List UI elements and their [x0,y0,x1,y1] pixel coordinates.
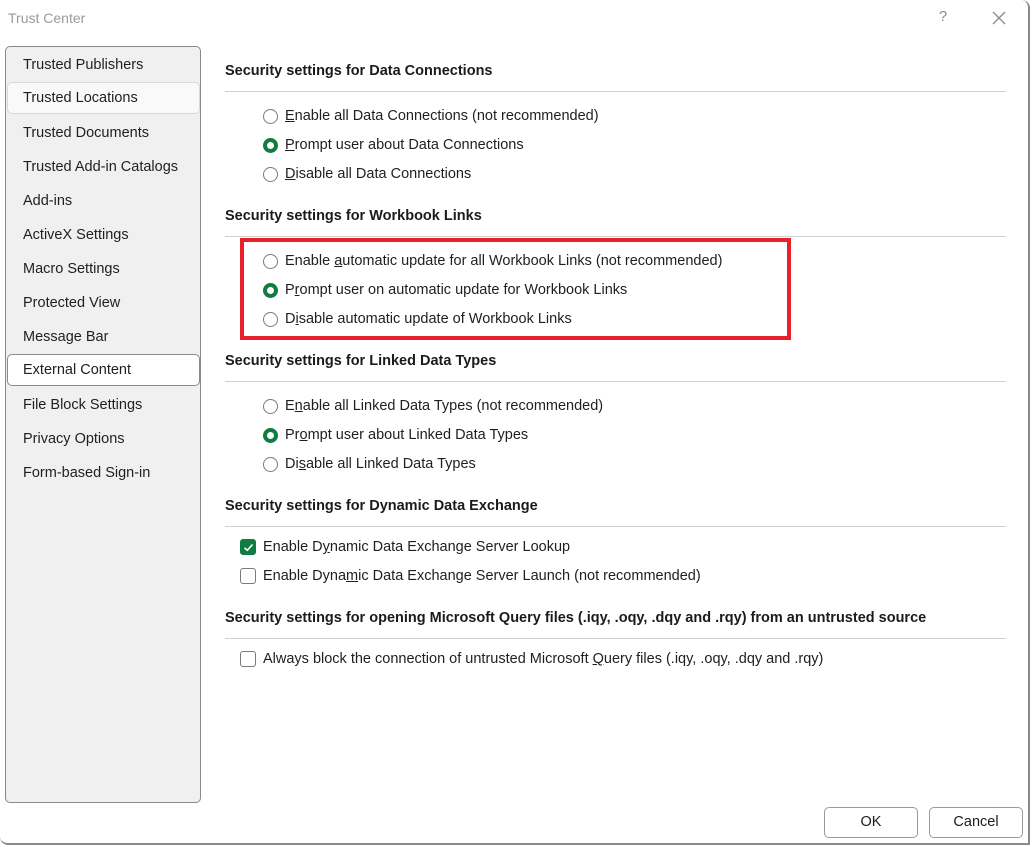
option-label: Prompt user about Linked Data Types [285,427,529,443]
radio-button[interactable] [263,253,278,269]
sidebar-item-macro-settings[interactable]: Macro Settings [7,253,200,285]
radio-button[interactable] [263,166,278,182]
option-label: Enable Dynamic Data Exchange Server Look… [263,539,571,555]
radio-button-selected[interactable] [263,427,278,443]
radio-button-selected[interactable] [263,137,278,153]
radio-disable-all-data-connections[interactable]: Disable all Data Connections [263,166,471,182]
option-label: Enable all Linked Data Types (not recomm… [285,398,604,414]
checkbox-checked[interactable] [240,539,256,555]
sidebar-item-form-based-sign-in[interactable]: Form-based Sign-in [7,457,200,489]
sidebar-item-trusted-locations[interactable]: Trusted Locations [7,82,200,114]
radio-button-selected[interactable] [263,282,278,298]
sidebar-item-trusted-documents[interactable]: Trusted Documents [7,117,200,149]
option-label: Disable all Data Connections [285,166,472,182]
sidebar-item-trusted-addin-catalogs[interactable]: Trusted Add-in Catalogs [7,151,200,183]
close-button[interactable] [988,7,1010,29]
sidebar-item-protected-view[interactable]: Protected View [7,287,200,319]
sidebar-item-trusted-publishers[interactable]: Trusted Publishers [7,49,200,81]
option-label: Disable all Linked Data Types [285,456,476,472]
radio-button[interactable] [263,108,278,124]
section-divider [225,526,1006,527]
dialog-title: Trust Center [8,10,86,26]
radio-prompt-linked-data-types[interactable]: Prompt user about Linked Data Types [263,427,528,443]
checkbox-dde-server-launch[interactable]: Enable Dynamic Data Exchange Server Laun… [240,568,701,584]
checkbox-block-untrusted-query-files[interactable]: Always block the connection of untrusted… [240,651,823,667]
help-button[interactable]: ? [935,8,951,28]
close-icon [992,11,1006,25]
radio-enable-all-linked-data-types[interactable]: Enable all Linked Data Types (not recomm… [263,398,603,414]
trust-center-dialog: Trust Center ? Trusted Publishers Truste… [0,0,1030,845]
option-label: Enable Dynamic Data Exchange Server Laun… [263,568,701,584]
option-label: Prompt user on automatic update for Work… [285,282,628,298]
section-title-workbook-links: Security settings for Workbook Links [225,208,482,224]
radio-prompt-workbook-links[interactable]: Prompt user on automatic update for Work… [263,282,627,298]
radio-button[interactable] [263,456,278,472]
cancel-button[interactable]: Cancel [929,807,1023,838]
radio-prompt-data-connections[interactable]: Prompt user about Data Connections [263,137,524,153]
radio-disable-automatic-update-workbook-links[interactable]: Disable automatic update of Workbook Lin… [263,311,572,327]
sidebar-item-message-bar[interactable]: Message Bar [7,321,200,353]
sidebar-item-file-block-settings[interactable]: File Block Settings [7,389,200,421]
section-title-data-connections: Security settings for Data Connections [225,63,493,79]
sidebar-item-activex-settings[interactable]: ActiveX Settings [7,219,200,251]
ok-button[interactable]: OK [824,807,918,838]
section-title-dde: Security settings for Dynamic Data Excha… [225,498,538,514]
sidebar-item-addins[interactable]: Add-ins [7,185,200,217]
radio-enable-all-data-connections[interactable]: Enable all Data Connections (not recomme… [263,108,599,124]
option-label: Enable all Data Connections (not recomme… [285,108,599,124]
section-divider [225,91,1006,92]
radio-button[interactable] [263,398,278,414]
option-label: Disable automatic update of Workbook Lin… [285,311,572,327]
radio-enable-automatic-update-workbook-links[interactable]: Enable automatic update for all Workbook… [263,253,722,269]
radio-disable-all-linked-data-types[interactable]: Disable all Linked Data Types [263,456,476,472]
checkbox-dde-server-lookup[interactable]: Enable Dynamic Data Exchange Server Look… [240,539,570,555]
sidebar-nav: Trusted Publishers Trusted Locations Tru… [5,46,201,803]
checkmark-icon [243,543,254,552]
section-title-linked-data-types: Security settings for Linked Data Types [225,353,497,369]
option-label: Prompt user about Data Connections [285,137,524,153]
checkbox[interactable] [240,568,256,584]
sidebar-item-external-content[interactable]: External Content [7,354,200,386]
checkbox[interactable] [240,651,256,667]
section-title-query-files: Security settings for opening Microsoft … [225,610,927,626]
option-label: Enable automatic update for all Workbook… [285,253,723,269]
sidebar-item-privacy-options[interactable]: Privacy Options [7,423,200,455]
section-divider [225,638,1006,639]
radio-button[interactable] [263,311,278,327]
option-label: Always block the connection of untrusted… [263,651,824,667]
section-divider [225,381,1006,382]
section-divider [225,236,1006,237]
